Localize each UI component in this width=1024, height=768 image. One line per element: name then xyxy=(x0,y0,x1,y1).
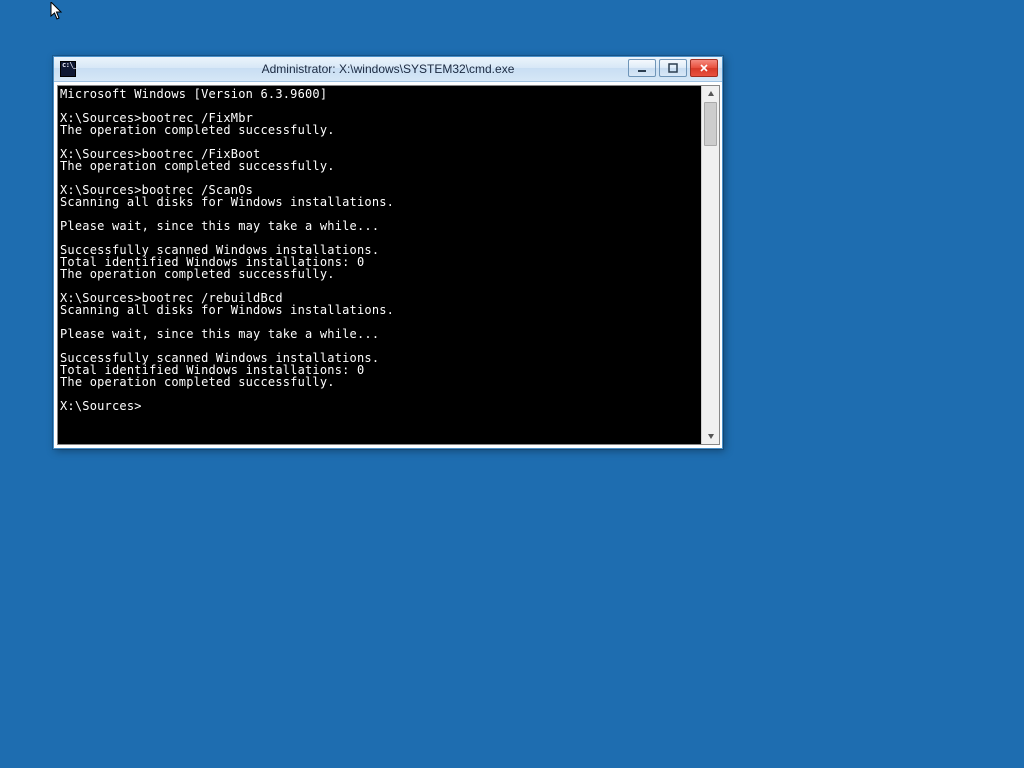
scroll-up-arrow-icon[interactable] xyxy=(703,86,719,102)
titlebar[interactable]: Administrator: X:\windows\SYSTEM32\cmd.e… xyxy=(54,57,722,82)
console-output[interactable]: Microsoft Windows [Version 6.3.9600] X:\… xyxy=(58,86,701,444)
vertical-scrollbar[interactable] xyxy=(701,86,719,444)
minimize-button[interactable] xyxy=(628,59,656,77)
window-title: Administrator: X:\windows\SYSTEM32\cmd.e… xyxy=(54,62,722,76)
maximize-button[interactable] xyxy=(659,59,687,77)
close-button[interactable] xyxy=(690,59,718,77)
cmd-window: Administrator: X:\windows\SYSTEM32\cmd.e… xyxy=(53,56,723,449)
scroll-down-arrow-icon[interactable] xyxy=(703,428,719,444)
mouse-cursor-icon xyxy=(50,2,64,22)
window-controls xyxy=(628,59,718,77)
scrollbar-thumb[interactable] xyxy=(704,102,717,146)
scrollbar-track[interactable] xyxy=(702,102,719,428)
cmd-app-icon xyxy=(60,61,76,77)
window-client-area: Microsoft Windows [Version 6.3.9600] X:\… xyxy=(54,82,722,448)
console-wrap: Microsoft Windows [Version 6.3.9600] X:\… xyxy=(57,85,720,445)
